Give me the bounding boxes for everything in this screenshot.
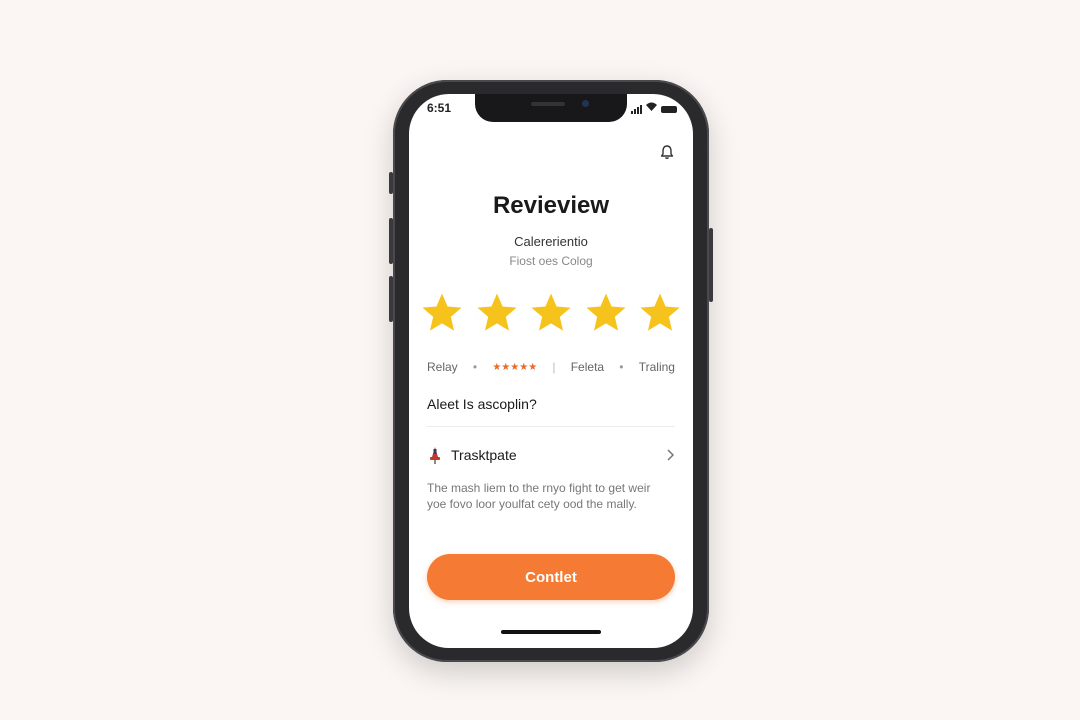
meta-right-2: Traling — [638, 360, 675, 374]
description-text: The mash liem to the rnyo fight to get w… — [427, 481, 651, 511]
question-heading: Aleet Is ascoplin? — [427, 396, 537, 412]
volume-down-button — [389, 276, 393, 322]
home-indicator[interactable] — [501, 630, 601, 634]
speaker — [531, 102, 565, 106]
status-icons — [631, 102, 677, 114]
divider — [427, 426, 675, 427]
meta-left: Relay — [427, 360, 458, 374]
meta-dot: • — [619, 360, 624, 374]
star-icon[interactable] — [474, 290, 520, 336]
list-item-label: Trasktpate — [451, 447, 517, 463]
wifi-icon — [646, 102, 657, 114]
page-title: Revieview — [492, 192, 610, 219]
status-time: 6:51 — [427, 101, 452, 115]
pin-icon — [427, 446, 443, 464]
list-item[interactable]: Trasktpate — [427, 444, 675, 466]
power-button — [709, 228, 713, 302]
front-camera — [582, 100, 589, 107]
phone-frame: 6:51 Revieview Calererientio Fiost oes C… — [389, 80, 713, 662]
star-rating[interactable] — [419, 290, 683, 336]
meta-right-1: Feleta — [570, 360, 605, 374]
star-icon[interactable] — [419, 290, 465, 336]
signal-icon — [631, 104, 642, 114]
continue-button[interactable]: Contlet — [427, 554, 675, 600]
star-icon[interactable] — [583, 290, 629, 336]
volume-up-button — [389, 218, 393, 264]
stage: 6:51 Revieview Calererientio Fiost oes C… — [0, 0, 1080, 720]
meta-mini-stars: ★★★★★ — [492, 361, 538, 373]
battery-icon — [661, 106, 677, 113]
meta-dot: • — [472, 360, 478, 374]
rating-meta-row: Relay • ★★★★★ | Feleta • Traling — [427, 360, 675, 374]
notch — [475, 94, 627, 122]
star-icon[interactable] — [637, 290, 683, 336]
star-icon[interactable] — [528, 290, 574, 336]
page-subtitle: Calererientio — [514, 234, 588, 249]
meta-separator: | — [552, 360, 556, 374]
phone-screen: 6:51 Revieview Calererientio Fiost oes C… — [409, 94, 693, 648]
page-caption: Fiost oes Colog — [509, 254, 593, 268]
bell-icon[interactable] — [659, 144, 675, 160]
chevron-right-icon — [665, 448, 675, 462]
mute-switch — [389, 172, 393, 194]
